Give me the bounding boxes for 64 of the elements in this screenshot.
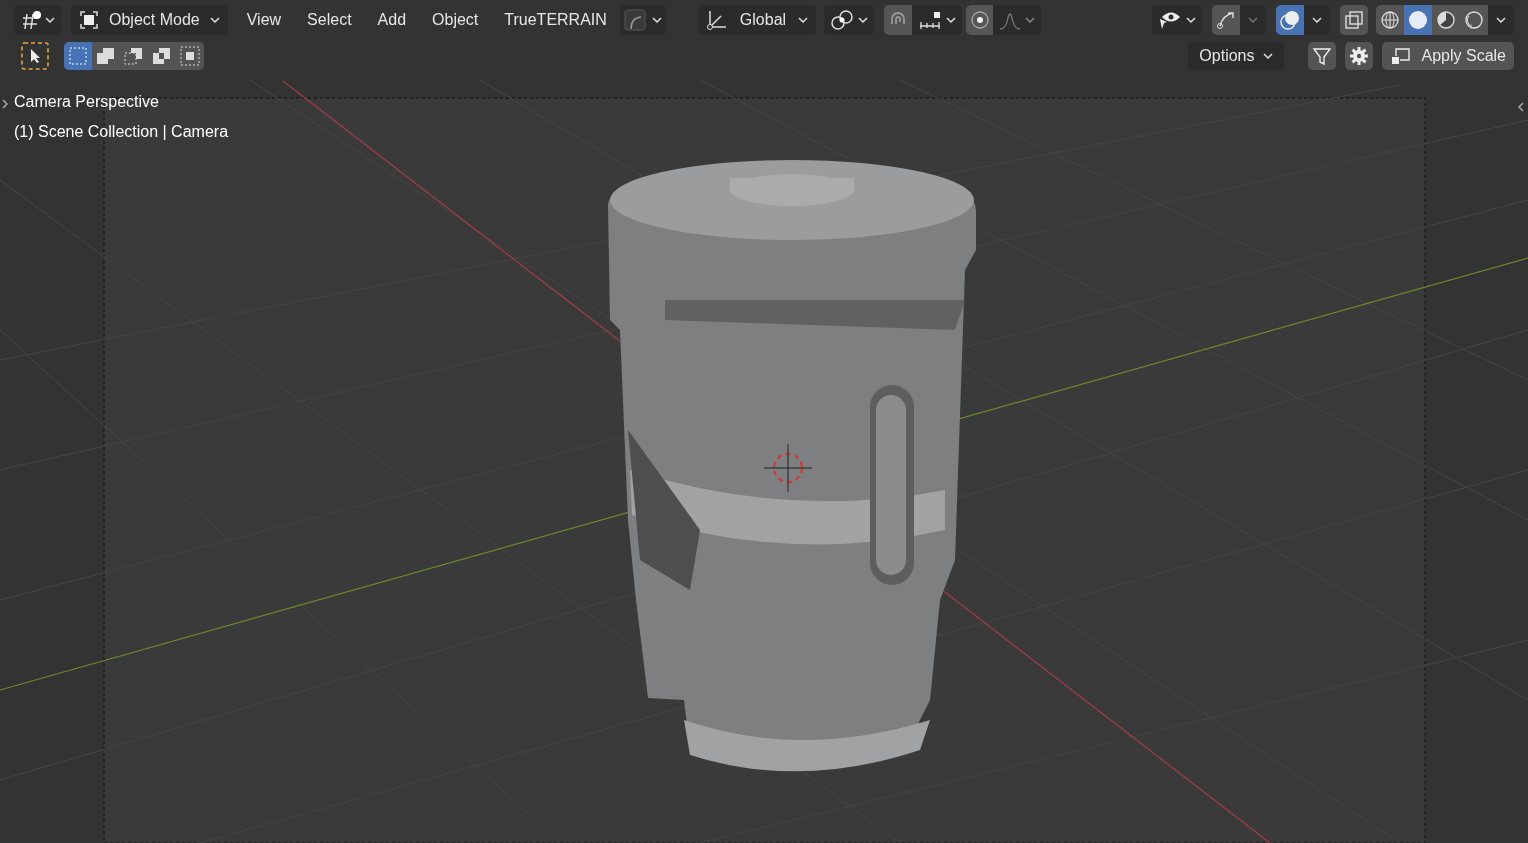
caret-icon	[1496, 17, 1506, 23]
material-sphere-icon	[1436, 10, 1456, 30]
subtract-selection-icon	[123, 45, 145, 67]
select-mode-button[interactable]	[64, 42, 92, 70]
object-mode-icon	[79, 10, 99, 30]
filter-button[interactable]	[1307, 42, 1336, 70]
target-icon	[969, 10, 990, 30]
solid-sphere-icon	[1408, 10, 1428, 30]
caret-icon	[1262, 53, 1273, 59]
cursor-select-icon	[21, 42, 49, 70]
curve-dropdown[interactable]	[619, 5, 666, 35]
editor-type-button[interactable]	[14, 5, 61, 35]
gizmo-toggle[interactable]	[1212, 5, 1240, 35]
shading-button[interactable]	[1460, 5, 1488, 35]
rendered-sphere-icon	[1464, 10, 1484, 30]
menu-item[interactable]: TrueTERRAIN	[491, 5, 620, 35]
shading-button[interactable]	[1404, 5, 1432, 35]
grid-icon	[20, 10, 42, 30]
new-selection-icon	[67, 45, 89, 67]
increment-icon	[918, 9, 943, 31]
caret-icon	[1025, 17, 1036, 23]
caret-icon	[45, 17, 55, 23]
extend-selection-icon	[95, 45, 117, 67]
apply-scale-button[interactable]: Apply Scale	[1381, 42, 1514, 70]
object-info: (1) Scene Collection | Camera	[14, 122, 229, 142]
curve-icon	[623, 9, 646, 31]
wireframe-sphere-icon	[1380, 10, 1400, 30]
proportional-toggle[interactable]	[966, 5, 994, 35]
menu-item[interactable]: Object	[419, 5, 492, 35]
overlays-toggle[interactable]	[1276, 5, 1304, 35]
select-tool-button[interactable]	[20, 41, 50, 71]
3d-cursor-icon	[763, 443, 813, 493]
pivot-dropdown[interactable]	[824, 5, 875, 35]
caret-icon	[651, 17, 662, 23]
settings-button[interactable]	[1344, 42, 1373, 70]
mode-dropdown[interactable]: Object Mode	[71, 5, 228, 35]
snap-toggle[interactable]	[884, 5, 913, 35]
intersect-selection-icon	[179, 45, 201, 67]
menu-item[interactable]: Select	[294, 5, 365, 35]
gizmo-icon	[1215, 9, 1237, 31]
settings-icon	[1348, 46, 1369, 66]
shading-button[interactable]	[1376, 5, 1404, 35]
overlays-icon	[1279, 9, 1301, 31]
menu-item[interactable]: View	[233, 5, 295, 35]
caret-icon	[798, 17, 809, 23]
invert-selection-icon	[151, 45, 173, 67]
xray-toggle[interactable]	[1340, 5, 1368, 35]
link-icon	[830, 9, 855, 31]
caret-icon	[946, 17, 957, 23]
caret-icon	[1186, 17, 1196, 23]
caret-icon	[1312, 17, 1322, 23]
scale-icon	[1389, 46, 1412, 66]
filter-icon	[1311, 46, 1332, 66]
caret-icon	[209, 17, 220, 23]
menu-item[interactable]: Add	[364, 5, 420, 35]
shading-button[interactable]	[1432, 5, 1460, 35]
xray-icon	[1344, 10, 1364, 30]
axes-icon	[705, 9, 728, 31]
orientation-dropdown[interactable]: Global	[697, 5, 817, 35]
caret-icon	[1248, 17, 1258, 23]
options-dropdown[interactable]: Options	[1188, 41, 1284, 71]
caret-icon	[858, 17, 869, 23]
view-name: Camera Perspective	[14, 92, 160, 112]
visibility-dropdown[interactable]	[1152, 5, 1202, 35]
